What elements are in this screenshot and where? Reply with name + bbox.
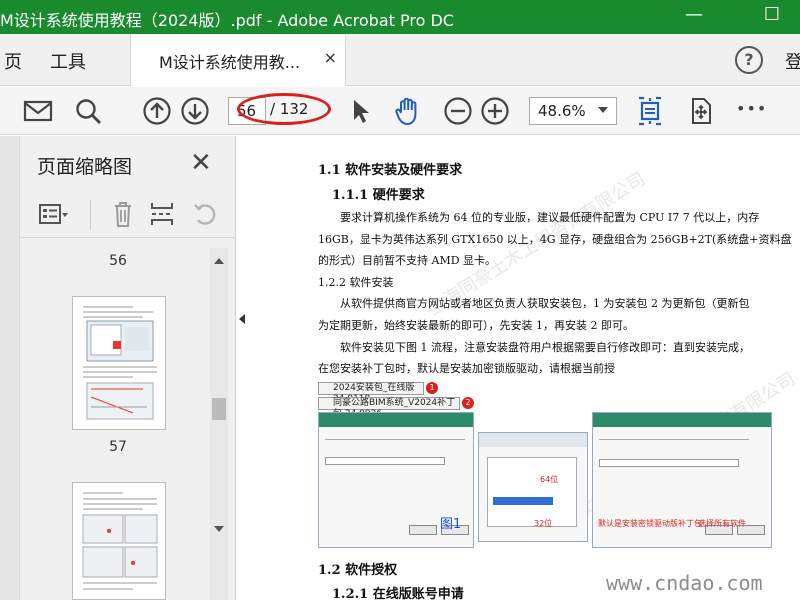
scroll-up-icon[interactable] <box>214 258 224 264</box>
subsection-heading: 1.2.1 在线版账号申请 <box>332 587 464 600</box>
site-watermark: www.cndao.com <box>606 571 763 595</box>
zoom-out-icon[interactable] <box>442 95 474 127</box>
more-options-icon[interactable]: ••• <box>736 99 767 118</box>
paragraph-line: 在您安装补丁包时，默认是安装加密锁版驱动，请根据当前授 <box>318 362 615 375</box>
paragraph-line: 从软件提供商官方网站或者地区负责人获取安装包，1 为安装包 2 为更新包（更新包 <box>340 297 750 310</box>
close-tab-icon[interactable]: × <box>324 48 337 67</box>
annotation-note: 32位 <box>534 519 553 528</box>
scroll-down-icon[interactable] <box>214 526 224 532</box>
menu-home[interactable]: 页 <box>4 48 22 74</box>
search-icon[interactable] <box>72 95 104 127</box>
minimize-button[interactable]: — <box>682 3 706 27</box>
fit-page-icon[interactable] <box>634 95 666 127</box>
subsection-heading: 1.1.1 硬件要求 <box>332 188 425 203</box>
toolbar: 56 / 132 48.6% ••• <box>0 87 800 135</box>
update-package-entry: 同豪公路BIM系统_V2024补丁包 24.0926 <box>318 397 460 419</box>
tool-divider <box>90 200 91 230</box>
step-badge: 2 <box>462 397 474 409</box>
login-button[interactable]: 登 <box>785 48 800 74</box>
annotation-note: 64位 <box>540 475 559 484</box>
menu-tools[interactable]: 工具 <box>50 48 86 74</box>
scroll-thumb[interactable] <box>212 398 226 420</box>
page-thumbnail[interactable] <box>72 482 166 600</box>
extract-pages-icon[interactable] <box>148 200 178 228</box>
title-bar: M设计系统使用教程（2024版）.pdf - Adobe Acrobat Pro… <box>0 0 800 34</box>
folder-dialog <box>478 432 588 542</box>
panel-title: 页面缩略图 <box>37 156 133 178</box>
panel-strip <box>0 136 20 600</box>
panel-tools <box>20 192 234 238</box>
thumbnail-options-icon[interactable] <box>38 200 68 228</box>
delete-icon[interactable] <box>108 200 138 228</box>
annotation-note: 默认是安装密锁驱动版补丁包 <box>598 519 702 528</box>
document-tab-label: M设计系统使用教... <box>159 53 301 72</box>
page-thumbnail[interactable] <box>72 296 166 430</box>
highlight-ellipse <box>237 93 331 125</box>
page-display-icon[interactable] <box>685 95 717 127</box>
chevron-down-icon[interactable] <box>598 107 608 113</box>
zoom-in-icon[interactable] <box>479 95 511 127</box>
window-title: M设计系统使用教程（2024版）.pdf - Adobe Acrobat Pro… <box>0 11 454 30</box>
menu-bar: 页 工具 M设计系统使用教... × ? 登 <box>0 34 800 86</box>
step-badge: 1 <box>426 382 438 394</box>
close-panel-icon[interactable]: ✕ <box>190 148 212 178</box>
paragraph-line: 为定期更新，始终安装最新的即可），先安装 1，再安装 2 即可。 <box>318 319 634 332</box>
subsection-heading: 1.2.2 软件安装 <box>318 276 394 289</box>
annotation-note: 选择所有软件 <box>698 519 746 528</box>
section-heading: 1.2 软件授权 <box>318 563 398 578</box>
thumbnail-panel: 页面缩略图 ✕ 56 57 <box>0 136 236 600</box>
paragraph-line: 要求计算机操作系统为 64 位的专业版，建议最低硬件配置为 CPU I7 7 代… <box>340 211 760 224</box>
install-package-entry: 2024安装包_在线版 24.0118 <box>318 382 424 404</box>
collapse-panel-icon[interactable] <box>239 314 245 324</box>
paragraph-line: 软件安装见下图 1 流程，注意安装盘符用户根据需要自行修改即可：直到安装完成， <box>340 341 750 354</box>
rotate-icon[interactable] <box>190 200 220 228</box>
maximize-button[interactable]: ☐ <box>760 3 784 27</box>
paragraph-line: 的形式）目前暂不支持 AMD 显卡。 <box>318 254 497 267</box>
section-heading: 1.1 软件安装及硬件要求 <box>318 163 463 178</box>
figure-label: 图1 <box>440 517 462 532</box>
help-icon[interactable]: ? <box>735 46 763 74</box>
thumbnail-scrollbar[interactable] <box>210 248 228 600</box>
select-cursor-icon[interactable] <box>344 95 376 127</box>
previous-page-icon[interactable] <box>141 95 173 127</box>
thumbnail-page-number: 57 <box>109 439 127 455</box>
paragraph-line: 16GB，显卡为英伟达系列 GTX1650 以上，4G 显存，硬盘组合为 256… <box>318 233 792 246</box>
mail-icon[interactable] <box>22 95 54 127</box>
document-tab[interactable]: M设计系统使用教... × <box>130 34 346 86</box>
hand-tool-icon[interactable] <box>392 95 424 127</box>
next-page-icon[interactable] <box>179 95 211 127</box>
thumbnail-page-number: 56 <box>109 253 127 269</box>
